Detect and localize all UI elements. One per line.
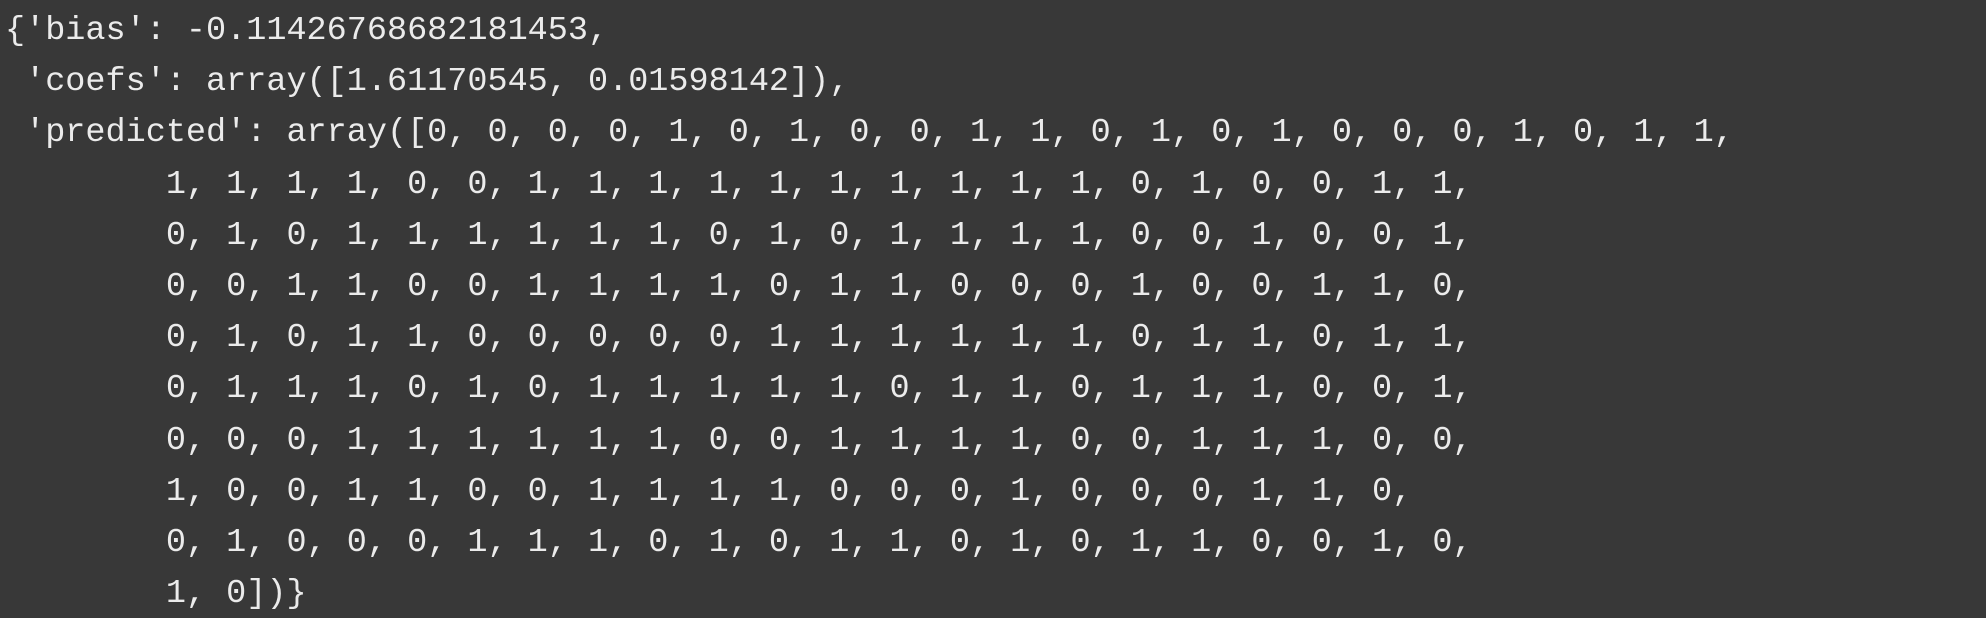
output-line: 1, 0, 0, 1, 1, 0, 0, 1, 1, 1, 1, 0, 0, 0…: [5, 472, 1413, 511]
output-line: 'predicted': array([0, 0, 0, 0, 1, 0, 1,…: [5, 114, 1734, 153]
output-line: 0, 1, 0, 0, 0, 1, 1, 1, 0, 1, 0, 1, 1, 0…: [5, 523, 1473, 562]
output-line: 0, 1, 0, 1, 1, 0, 0, 0, 0, 0, 1, 1, 1, 1…: [5, 319, 1473, 358]
output-line: 0, 0, 1, 1, 0, 0, 1, 1, 1, 1, 0, 1, 1, 0…: [5, 267, 1473, 306]
output-text: {'bias': -0.11426768682181453, 'coefs': …: [5, 6, 1734, 618]
output-line: 1, 1, 1, 1, 0, 0, 1, 1, 1, 1, 1, 1, 1, 1…: [5, 165, 1473, 204]
output-line: 0, 1, 0, 1, 1, 1, 1, 1, 1, 0, 1, 0, 1, 1…: [5, 216, 1473, 255]
cell-output-panel: {'bias': -0.11426768682181453, 'coefs': …: [0, 0, 1986, 618]
output-line: {'bias': -0.11426768682181453,: [5, 12, 609, 50]
output-line: 'coefs': array([1.61170545, 0.01598142])…: [5, 63, 850, 102]
output-line: 1, 0])}: [5, 575, 307, 614]
output-line: 0, 0, 0, 1, 1, 1, 1, 1, 1, 0, 0, 1, 1, 1…: [5, 421, 1473, 460]
output-line: 0, 1, 1, 1, 0, 1, 0, 1, 1, 1, 1, 1, 0, 1…: [5, 370, 1473, 409]
